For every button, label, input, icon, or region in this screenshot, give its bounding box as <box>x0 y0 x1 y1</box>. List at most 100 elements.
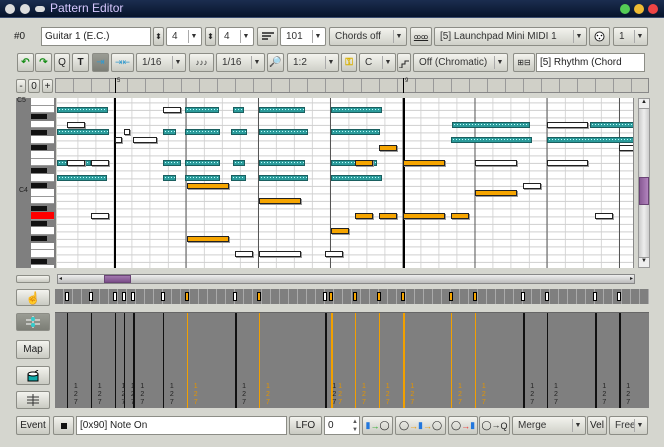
black-key[interactable] <box>31 144 47 150</box>
redo-icon[interactable]: ↷ <box>35 53 52 72</box>
midi-port-icon[interactable] <box>589 27 610 46</box>
note[interactable] <box>90 159 109 166</box>
white-key[interactable] <box>31 196 54 205</box>
white-key[interactable] <box>31 265 54 268</box>
record-to-midi-icon[interactable]: ▮ → ◯ <box>362 416 393 435</box>
spin-arrows-icon[interactable]: ▲ ▼ <box>352 418 358 434</box>
white-key[interactable] <box>31 212 54 220</box>
event-lane[interactable] <box>55 289 649 304</box>
note[interactable] <box>474 159 517 166</box>
white-key[interactable] <box>31 158 54 167</box>
controller-lines-icon[interactable] <box>16 391 50 409</box>
event-marker[interactable] <box>160 292 165 301</box>
velocity-bar[interactable] <box>354 313 357 408</box>
piano-keyboard[interactable] <box>16 98 56 268</box>
velocity-select[interactable]: 101 ▼ <box>280 27 326 46</box>
hand-tool-icon[interactable]: ☝ <box>16 289 50 306</box>
white-key[interactable] <box>31 250 54 258</box>
velocity-bar[interactable] <box>325 313 327 408</box>
event-marker[interactable] <box>352 292 357 301</box>
white-key[interactable] <box>31 120 54 129</box>
selected-note[interactable] <box>403 212 446 219</box>
note[interactable] <box>114 136 122 143</box>
white-key[interactable] <box>31 174 54 182</box>
selected-note[interactable] <box>403 159 446 166</box>
minimize-icon[interactable] <box>20 4 30 14</box>
map-button[interactable]: Map <box>16 340 50 359</box>
velocity-bar[interactable] <box>235 313 237 408</box>
note[interactable] <box>235 250 254 257</box>
scroll-down-icon[interactable]: ▼ <box>639 257 649 267</box>
vertical-scrollbar[interactable]: ▲ ▼ <box>638 98 650 268</box>
horizontal-scroll-thumb[interactable] <box>104 275 131 283</box>
selected-note[interactable] <box>354 159 373 166</box>
stop-icon[interactable] <box>53 416 74 435</box>
red-button-icon[interactable] <box>648 4 658 14</box>
zoom-in-button[interactable]: + <box>42 79 53 93</box>
key-select[interactable]: C ▼ <box>359 53 396 72</box>
black-key[interactable] <box>31 220 47 226</box>
zoom-select[interactable]: 1:2 ▼ <box>287 53 339 72</box>
track-name-field[interactable]: Guitar 1 (E.C.) <box>41 27 151 46</box>
note[interactable] <box>90 212 109 219</box>
follow-transport-icon[interactable]: ⇥ <box>92 53 109 72</box>
black-key[interactable] <box>31 167 47 173</box>
event-marker[interactable] <box>329 292 334 301</box>
velocity-bar[interactable] <box>546 313 549 408</box>
scroll-left-icon[interactable]: ◂ <box>59 275 62 282</box>
note[interactable] <box>595 212 613 219</box>
drum-icon[interactable] <box>16 366 50 385</box>
velocity-bar[interactable] <box>403 313 405 408</box>
midi-keyboard-icon[interactable]: ꝏꝏ <box>410 27 432 46</box>
velocity-bar[interactable] <box>90 313 93 408</box>
white-key[interactable] <box>31 189 54 197</box>
black-key[interactable] <box>31 129 47 135</box>
velocity-bar[interactable] <box>133 313 135 408</box>
white-key[interactable] <box>31 105 54 114</box>
velocity-lines-icon[interactable] <box>257 27 278 46</box>
selected-note[interactable] <box>186 182 230 189</box>
corner-button[interactable] <box>16 275 50 283</box>
event-marker[interactable] <box>448 292 453 301</box>
velocity-bar[interactable] <box>378 313 381 408</box>
time-ruler[interactable]: 5 9 <box>55 78 649 93</box>
event-marker[interactable] <box>233 292 238 301</box>
close-icon[interactable] <box>5 4 15 14</box>
selected-note[interactable] <box>378 144 397 151</box>
event-marker[interactable] <box>593 292 598 301</box>
scale-select[interactable]: Off (Chromatic) ▼ <box>413 53 508 72</box>
note[interactable] <box>133 136 158 143</box>
white-key[interactable] <box>31 242 54 251</box>
lfo-value-spin[interactable]: 0 ▲ ▼ <box>324 416 360 435</box>
scroll-up-icon[interactable]: ▲ <box>639 99 649 109</box>
chord-pattern-icon[interactable]: ⊞⊟ <box>513 53 535 72</box>
beats-spin[interactable]: ⬍ <box>153 27 164 46</box>
scroll-right-icon[interactable]: ▸ <box>630 275 633 282</box>
event-marker[interactable] <box>256 292 261 301</box>
black-key[interactable] <box>31 205 47 211</box>
channel-select[interactable]: 1 ▼ <box>613 27 648 46</box>
selected-note[interactable] <box>331 228 350 235</box>
velocity-bar[interactable] <box>162 313 165 408</box>
note[interactable] <box>523 182 542 189</box>
white-key[interactable] <box>31 136 54 144</box>
midi-to-pattern-icon[interactable]: ◯ → ▮ <box>448 416 478 435</box>
quantize-button[interactable]: Q <box>54 53 70 72</box>
black-key[interactable] <box>31 235 47 241</box>
chords-select[interactable]: Chords off ▼ <box>329 27 407 46</box>
velocity-bar[interactable] <box>595 313 597 408</box>
note[interactable] <box>162 106 181 113</box>
white-key[interactable] <box>31 98 54 106</box>
selected-note[interactable] <box>186 235 230 242</box>
note[interactable] <box>123 129 130 136</box>
note[interactable] <box>258 250 301 257</box>
event-marker[interactable] <box>112 292 117 301</box>
selected-note[interactable] <box>378 212 397 219</box>
event-marker[interactable] <box>88 292 93 301</box>
record-mode-select[interactable]: Merge ▼ <box>512 416 586 435</box>
expand-icon[interactable]: ⇥⇤ <box>111 53 134 72</box>
beats-per-bar-select[interactable]: 4 ▼ <box>166 27 202 46</box>
selected-note[interactable] <box>354 212 373 219</box>
horizontal-scrollbar[interactable]: ◂ ▸ <box>57 274 635 284</box>
vel-button[interactable]: Vel <box>587 416 607 435</box>
